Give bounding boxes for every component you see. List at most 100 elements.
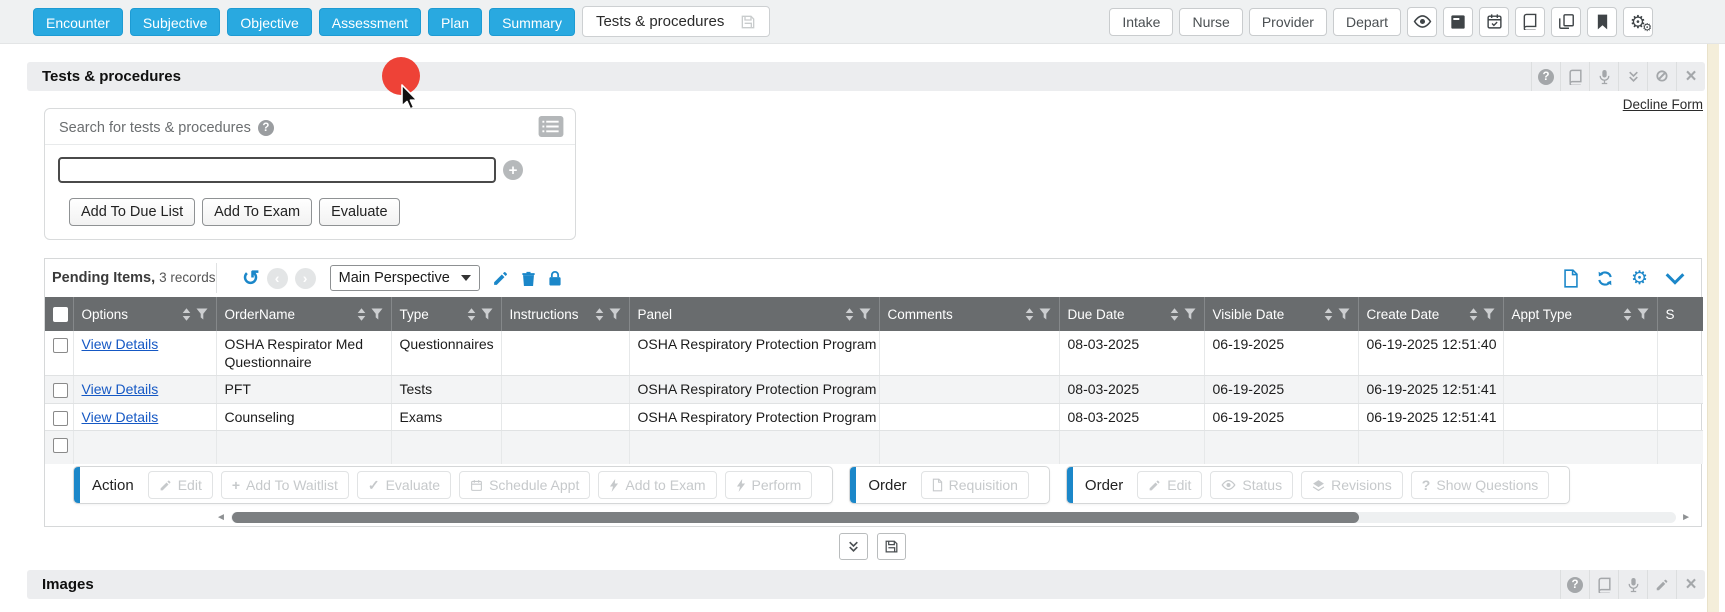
nurse-button[interactable]: Nurse (1179, 8, 1242, 36)
new-document-icon[interactable] (1563, 269, 1579, 288)
filter-icon[interactable] (1338, 308, 1350, 320)
sort-icon[interactable] (1623, 308, 1632, 321)
column-header-options[interactable]: Options (73, 297, 216, 331)
filter-icon[interactable] (196, 308, 208, 320)
calendar-check-icon-button[interactable] (1479, 7, 1509, 37)
row-checkbox[interactable] (53, 338, 68, 353)
scroll-right-arrow[interactable]: ► (1681, 513, 1691, 523)
decline-form-link[interactable]: Decline Form (1400, 97, 1703, 112)
column-header-due-date[interactable]: Due Date (1059, 297, 1204, 331)
search-input[interactable] (58, 157, 496, 183)
book-icon[interactable] (1560, 62, 1589, 91)
filter-icon[interactable] (1039, 308, 1051, 320)
tab-plan[interactable]: Plan (428, 8, 482, 36)
column-header-appt-type[interactable]: Appt Type (1503, 297, 1657, 331)
filter-icon[interactable] (1483, 308, 1495, 320)
evaluate-action-button[interactable]: ✓Evaluate (357, 471, 451, 499)
status-button[interactable]: Status (1210, 471, 1293, 499)
filter-icon[interactable] (859, 308, 871, 320)
perform-button[interactable]: Perform (725, 471, 813, 499)
add-to-exam-button[interactable]: Add To Exam (202, 198, 312, 226)
bookmark-icon-button[interactable] (1587, 7, 1617, 37)
close-icon[interactable]: × (1676, 570, 1705, 599)
tab-encounter[interactable]: Encounter (33, 8, 123, 36)
view-details-link[interactable]: View Details (82, 409, 159, 425)
book-icon-button[interactable] (1515, 7, 1545, 37)
scrollbar-track[interactable] (231, 512, 1676, 523)
evaluate-button[interactable]: Evaluate (319, 198, 399, 226)
scroll-left-arrow[interactable]: ◄ (216, 513, 226, 523)
sort-icon[interactable] (357, 308, 366, 321)
search-help-icon[interactable]: ? (258, 120, 274, 136)
tab-tests-procedures-active[interactable]: Tests & procedures (582, 6, 770, 37)
tab-summary[interactable]: Summary (489, 8, 575, 36)
edit-perspective-pencil-icon[interactable] (492, 270, 509, 287)
requisition-button[interactable]: Requisition (921, 471, 1029, 499)
sort-icon[interactable] (182, 308, 191, 321)
save-icon[interactable] (740, 14, 756, 30)
intake-button[interactable]: Intake (1109, 8, 1173, 36)
collapse-section-button[interactable] (839, 533, 868, 560)
view-details-link[interactable]: View Details (82, 336, 159, 352)
add-to-due-list-button[interactable]: Add To Due List (69, 198, 195, 226)
schedule-appt-button[interactable]: Schedule Appt (459, 471, 590, 499)
archive-icon-button[interactable] (1443, 7, 1473, 37)
list-view-icon[interactable] (538, 116, 564, 137)
sort-icon[interactable] (1025, 308, 1034, 321)
lock-icon[interactable] (548, 270, 562, 287)
column-header-create-date[interactable]: Create Date (1358, 297, 1503, 331)
filter-icon[interactable] (609, 308, 621, 320)
book-icon[interactable] (1589, 570, 1618, 599)
add-to-waitlist-button[interactable]: +Add To Waitlist (221, 471, 349, 499)
row-checkbox[interactable] (53, 438, 68, 453)
eye-icon-button[interactable] (1407, 7, 1437, 37)
revisions-button[interactable]: Revisions (1301, 471, 1403, 499)
undo-icon[interactable]: ↺ (242, 268, 260, 289)
column-header-ordername[interactable]: OrderName (216, 297, 391, 331)
add-to-exam-action-button[interactable]: Add to Exam (598, 471, 716, 499)
microphone-icon[interactable] (1589, 62, 1618, 91)
pencil-icon[interactable] (1647, 570, 1676, 599)
column-header-comments[interactable]: Comments (879, 297, 1059, 331)
provider-button[interactable]: Provider (1249, 8, 1327, 36)
microphone-icon[interactable] (1618, 570, 1647, 599)
add-search-item-icon[interactable]: + (503, 160, 523, 180)
tab-assessment[interactable]: Assessment (319, 8, 421, 36)
row-checkbox[interactable] (53, 411, 68, 426)
sort-icon[interactable] (1324, 308, 1333, 321)
sort-icon[interactable] (1469, 308, 1478, 321)
decline-icon[interactable]: ⊘ (1647, 62, 1676, 91)
column-header-type[interactable]: Type (391, 297, 501, 331)
row-checkbox[interactable] (53, 383, 68, 398)
column-header-instructions[interactable]: Instructions (501, 297, 629, 331)
edit-button[interactable]: Edit (148, 471, 213, 499)
refresh-icon[interactable] (1596, 270, 1614, 287)
tab-objective[interactable]: Objective (227, 8, 311, 36)
filter-icon[interactable] (1637, 308, 1649, 320)
sort-icon[interactable] (845, 308, 854, 321)
help-icon[interactable]: ? (1560, 570, 1589, 599)
settings-gears-button[interactable]: ⚙⚙ (1623, 7, 1653, 37)
sort-icon[interactable] (467, 308, 476, 321)
collapse-icon[interactable] (1618, 62, 1647, 91)
view-details-link[interactable]: View Details (82, 381, 159, 397)
close-icon[interactable]: × (1676, 62, 1705, 91)
filter-icon[interactable] (371, 308, 383, 320)
scrollbar-thumb[interactable] (232, 512, 1359, 523)
sort-icon[interactable] (595, 308, 604, 321)
gear-icon[interactable]: ⚙ (1631, 269, 1648, 288)
order-edit-button[interactable]: Edit (1137, 471, 1202, 499)
tab-subjective[interactable]: Subjective (130, 8, 221, 36)
filter-icon[interactable] (1184, 308, 1196, 320)
depart-button[interactable]: Depart (1333, 8, 1401, 36)
perspective-select[interactable]: Main Perspective (330, 265, 480, 291)
column-header-panel[interactable]: Panel (629, 297, 879, 331)
right-edge-scrollbar-strip[interactable] (1707, 44, 1719, 612)
copy-icon-button[interactable] (1551, 7, 1581, 37)
help-icon[interactable]: ? (1531, 62, 1560, 91)
delete-trash-icon[interactable] (521, 270, 536, 287)
collapse-panel-chevron-icon[interactable] (1665, 272, 1685, 285)
save-section-button[interactable] (877, 533, 906, 560)
column-header-clipped[interactable]: S (1657, 297, 1703, 331)
sort-icon[interactable] (1170, 308, 1179, 321)
